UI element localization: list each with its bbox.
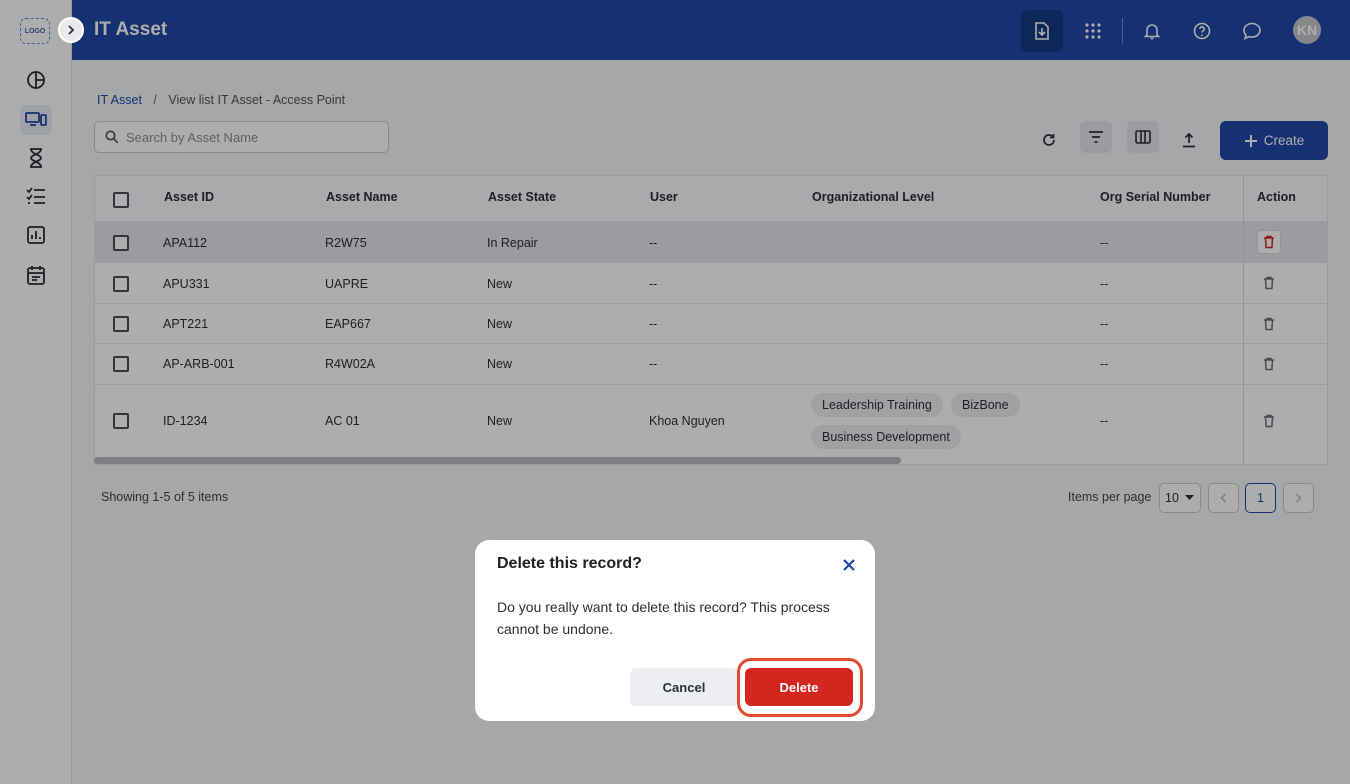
close-icon[interactable] bbox=[841, 557, 857, 573]
sidebar-expand-button[interactable] bbox=[58, 17, 84, 43]
chevron-right-icon bbox=[68, 25, 75, 35]
delete-confirm-dialog: Delete this record? Do you really want t… bbox=[475, 540, 875, 721]
delete-button[interactable]: Delete bbox=[745, 668, 853, 706]
dialog-title: Delete this record? bbox=[497, 555, 642, 572]
dialog-message: Do you really want to delete this record… bbox=[497, 599, 830, 637]
cancel-button[interactable]: Cancel bbox=[630, 668, 738, 706]
